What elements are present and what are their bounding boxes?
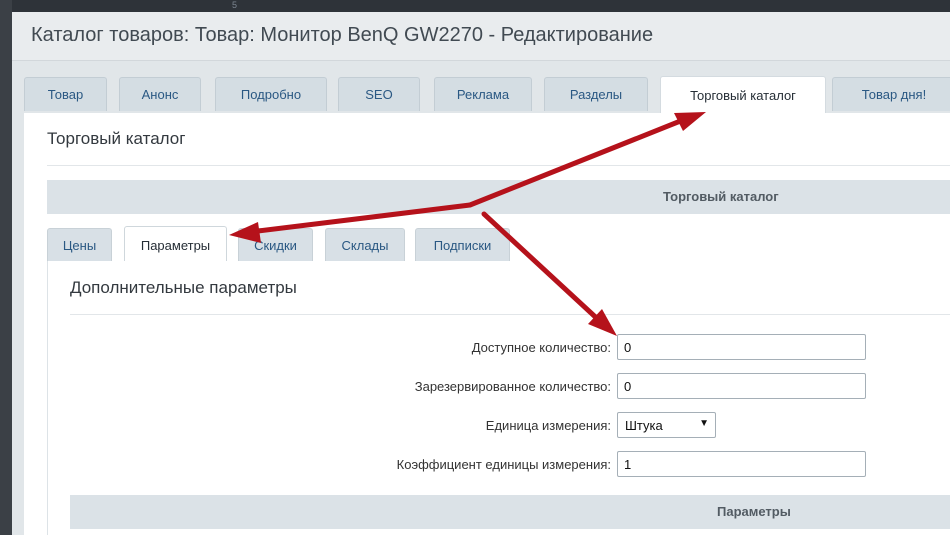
parameters-subpanel: Дополнительные параметры Доступное колич… bbox=[47, 261, 950, 535]
divider bbox=[70, 314, 950, 315]
section-header-label: Торговый каталог bbox=[663, 189, 779, 204]
subtab-discounts[interactable]: Скидки bbox=[238, 228, 313, 262]
section-header: Торговый каталог bbox=[47, 180, 950, 214]
tab-ads[interactable]: Реклама bbox=[434, 77, 532, 111]
tab-seo[interactable]: SEO bbox=[338, 77, 420, 111]
trade-catalog-panel: Торговый каталог Торговый каталог Цены П… bbox=[24, 113, 950, 535]
params-section-header: Параметры bbox=[70, 495, 950, 529]
tab-trade-catalog[interactable]: Торговый каталог bbox=[660, 76, 826, 114]
tab-product-of-day[interactable]: Товар дня! bbox=[832, 77, 950, 111]
measure-unit-value: Штука bbox=[625, 418, 663, 433]
tab-announce[interactable]: Анонс bbox=[119, 77, 201, 111]
available-quantity-label: Доступное количество: bbox=[471, 340, 611, 355]
reserved-quantity-label: Зарезервированное количество: bbox=[414, 379, 611, 394]
measure-unit-select[interactable]: Штука ▼ bbox=[617, 412, 716, 438]
background-app-bar: 5 bbox=[0, 0, 950, 12]
subtab-parameters[interactable]: Параметры bbox=[124, 226, 227, 263]
tab-details[interactable]: Подробно bbox=[215, 77, 327, 111]
divider bbox=[47, 165, 950, 166]
available-quantity-input[interactable] bbox=[617, 334, 866, 360]
sub-tabs: Цены Параметры Скидки Склады Подписки bbox=[47, 226, 950, 263]
caret-down-icon: ▼ bbox=[699, 418, 709, 429]
subtab-warehouses[interactable]: Склады bbox=[325, 228, 405, 262]
params-section-label: Параметры bbox=[717, 504, 791, 519]
background-counter: 5 bbox=[232, 0, 238, 10]
subtab-prices[interactable]: Цены bbox=[47, 228, 112, 262]
reserved-quantity-input[interactable] bbox=[617, 373, 866, 399]
main-tabs: Товар Анонс Подробно SEO Реклама Разделы… bbox=[24, 76, 950, 114]
measure-unit-label: Единица измерения: bbox=[485, 418, 611, 433]
edit-dialog: Каталог товаров: Товар: Монитор BenQ GW2… bbox=[12, 12, 950, 535]
tab-product[interactable]: Товар bbox=[24, 77, 107, 111]
subtab-subscriptions[interactable]: Подписки bbox=[415, 228, 510, 262]
unit-ratio-input[interactable] bbox=[617, 451, 866, 477]
background-sidebar bbox=[0, 0, 12, 535]
dialog-title: Каталог товаров: Товар: Монитор BenQ GW2… bbox=[31, 24, 654, 46]
panel-title: Торговый каталог bbox=[47, 129, 186, 148]
subpanel-title: Дополнительные параметры bbox=[70, 278, 297, 297]
tab-sections[interactable]: Разделы bbox=[544, 77, 648, 111]
dialog-title-bar[interactable]: Каталог товаров: Товар: Монитор BenQ GW2… bbox=[12, 12, 950, 61]
unit-ratio-label: Коэффициент единицы измерения: bbox=[396, 457, 611, 472]
